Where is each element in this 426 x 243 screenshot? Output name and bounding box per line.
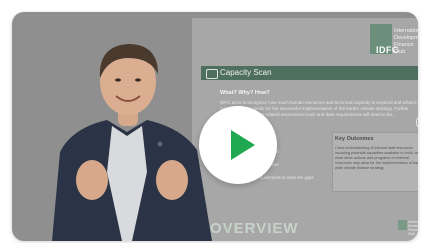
play-icon — [231, 130, 255, 160]
key-outcomes-heading: Key Outcomes — [335, 136, 374, 142]
lightbulb-icon — [416, 116, 418, 128]
footer-org-name: International Development Finance Club — [408, 220, 418, 236]
key-outcomes-text: Clear understanding of internal staff re… — [335, 146, 418, 170]
footer-logo-icon — [398, 220, 407, 230]
video-thumbnail[interactable]: IDFC International Development Finance C… — [12, 12, 418, 241]
play-button[interactable] — [199, 106, 277, 184]
logo-org-name: International Development Finance Club — [394, 28, 418, 55]
video-card[interactable]: IDFC International Development Finance C… — [12, 12, 418, 241]
